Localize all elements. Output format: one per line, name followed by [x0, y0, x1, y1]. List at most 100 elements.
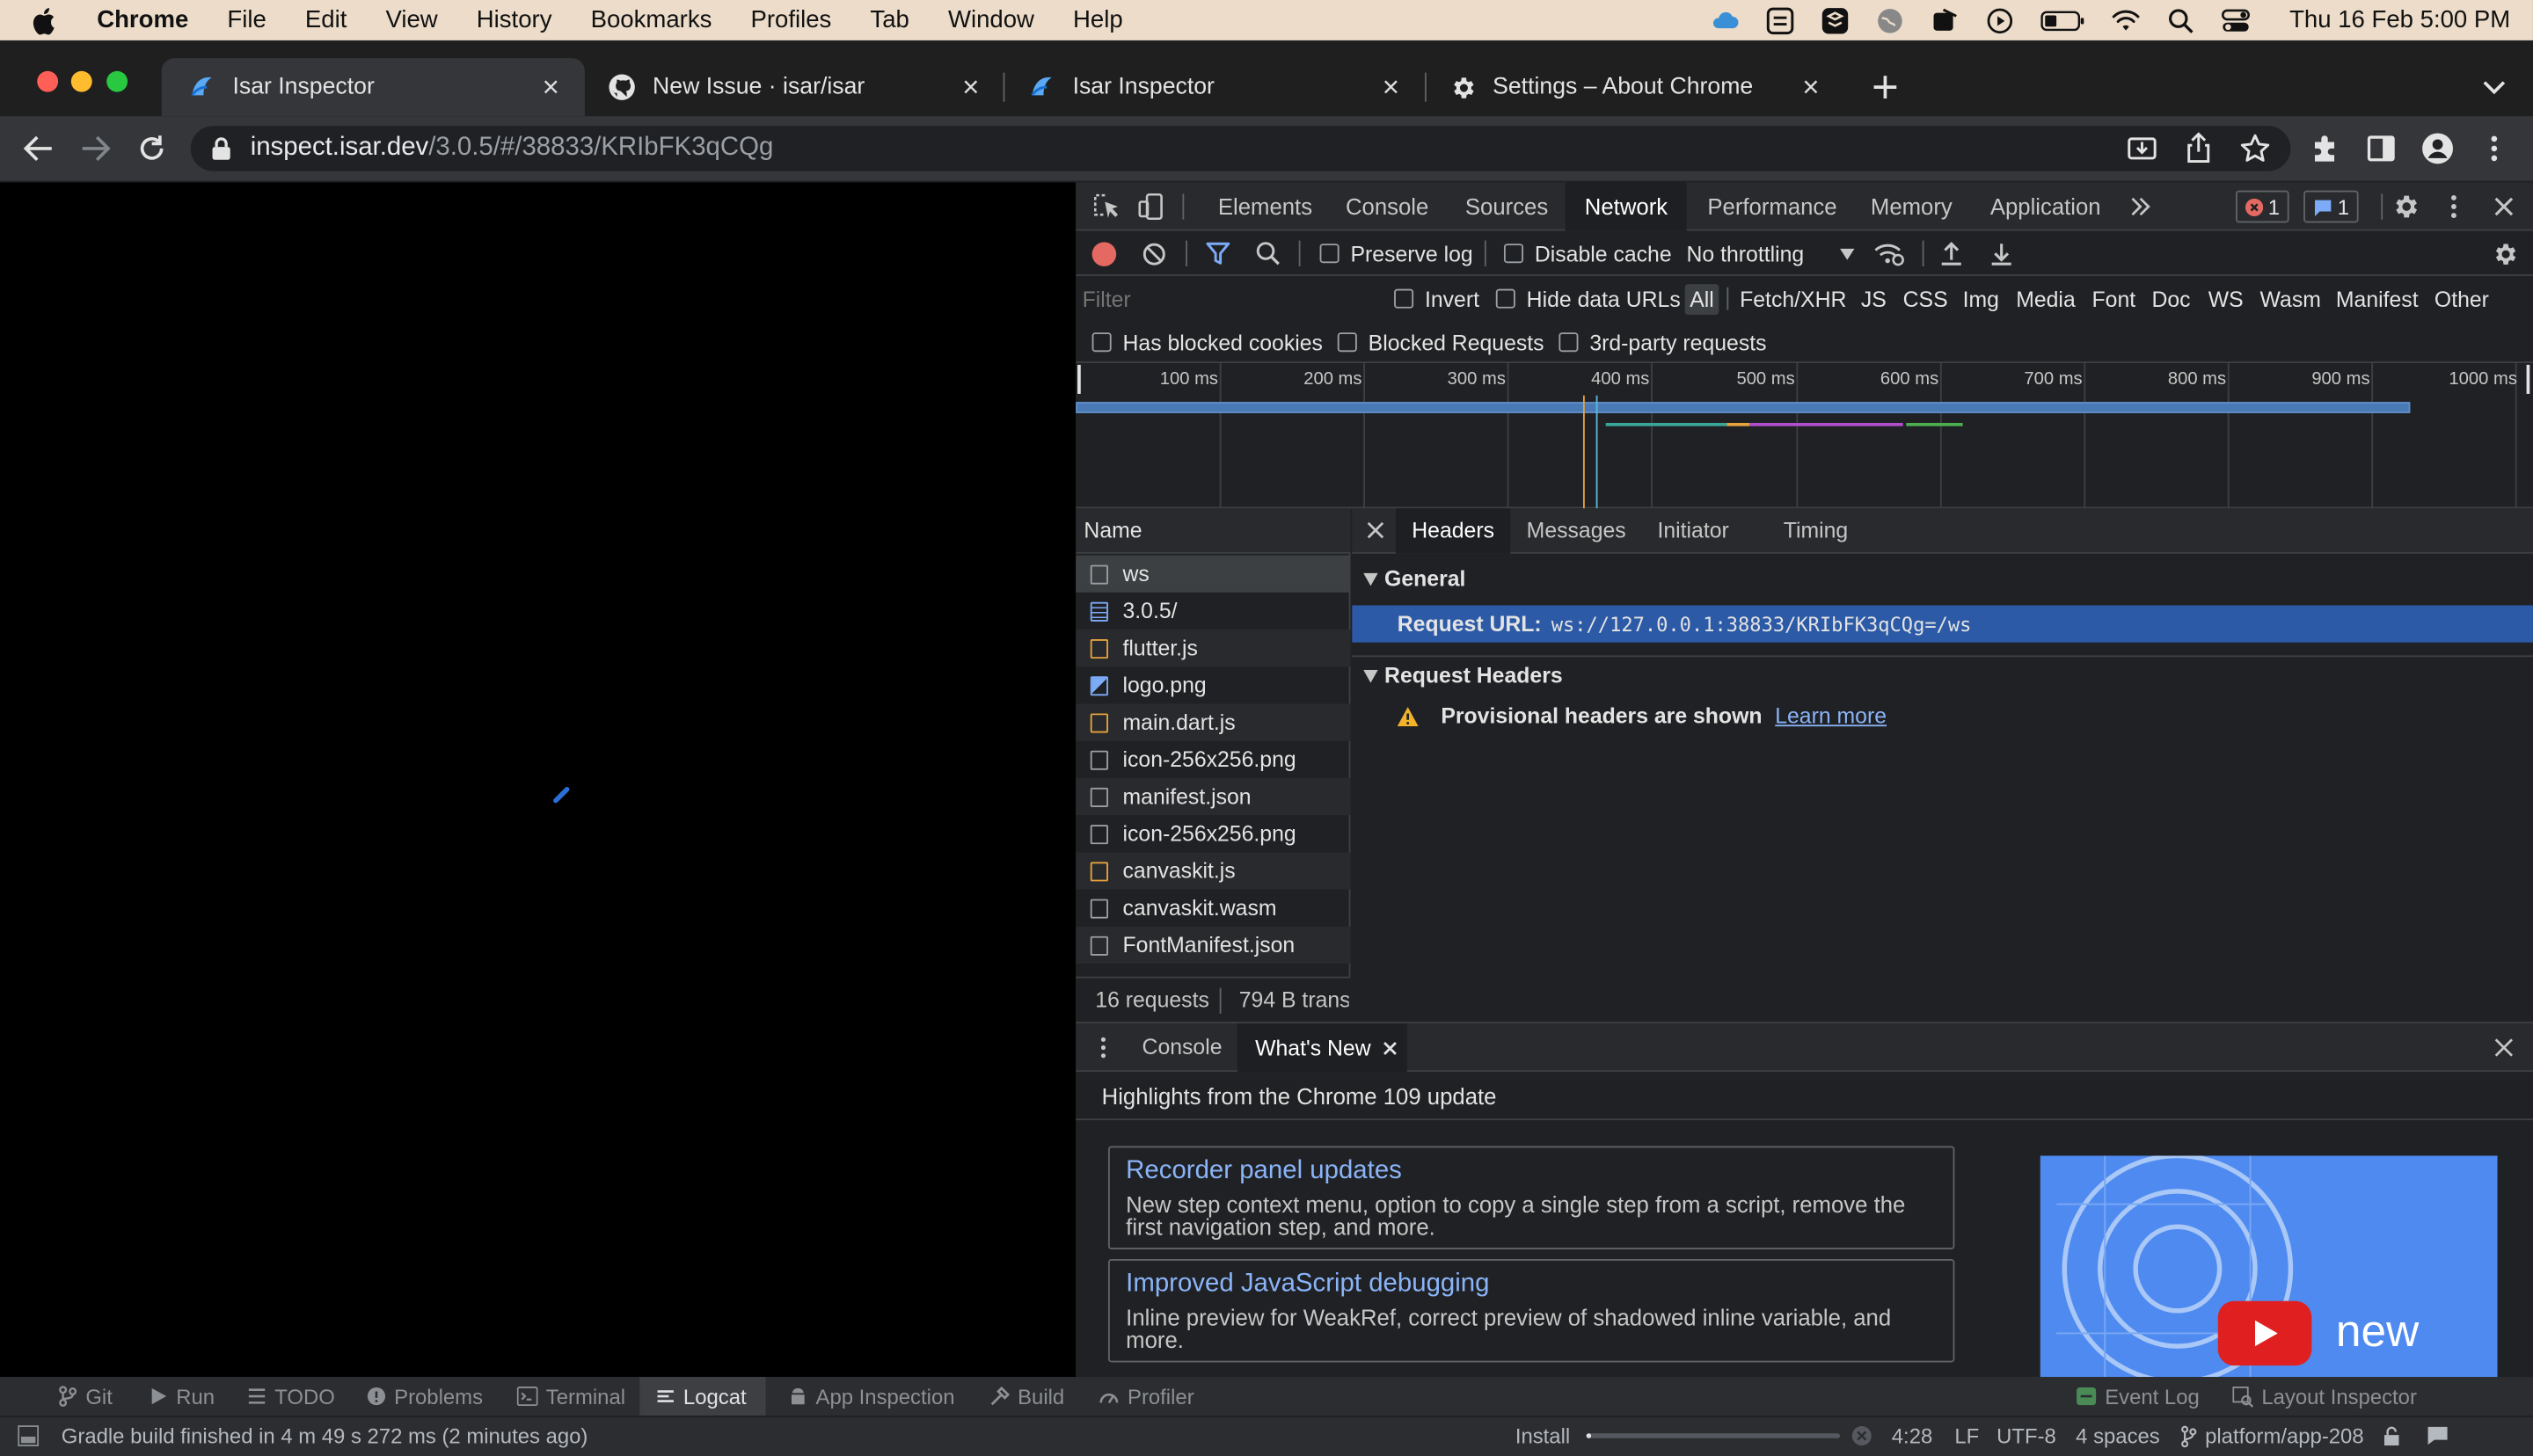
detail-tab-initiator[interactable]: Initiator	[1657, 508, 1728, 553]
request-row-ws[interactable]: ws	[1076, 555, 1351, 593]
type-css-button[interactable]: CSS	[1903, 284, 1948, 315]
invert-checkbox[interactable]: Invert	[1394, 276, 1479, 321]
tab-performance[interactable]: Performance	[1707, 182, 1836, 230]
tab-isar-inspector-active[interactable]: Isar Inspector ×	[161, 58, 585, 117]
checkbox-box[interactable]	[1495, 288, 1515, 309]
type-other-button[interactable]: Other	[2434, 284, 2489, 315]
control-center-icon[interactable]	[2222, 5, 2251, 34]
line-ending[interactable]: LF	[1954, 1423, 1979, 1448]
type-ws-button[interactable]: WS	[2208, 284, 2244, 315]
type-fetch-xhr-button[interactable]: Fetch/XHR	[1740, 284, 1846, 315]
cursor-position[interactable]: 4:28	[1892, 1423, 1932, 1448]
share-icon[interactable]	[2184, 132, 2213, 165]
learn-more-link[interactable]: Learn more	[1775, 703, 1887, 728]
devtools-settings-gear-icon[interactable]	[2391, 192, 2420, 221]
third-party-requests-checkbox[interactable]: 3rd-party requests	[1558, 321, 1767, 363]
window-manager-icon[interactable]	[1766, 5, 1795, 34]
menu-app-name[interactable]: Chrome	[97, 6, 188, 33]
tool-app-inspection[interactable]: App Inspection	[788, 1377, 955, 1416]
checkbox-box[interactable]	[1319, 244, 1339, 264]
menu-edit[interactable]: Edit	[305, 6, 347, 33]
tool-logcat[interactable]: Logcat	[639, 1377, 766, 1416]
cancel-install-icon[interactable]	[1851, 1425, 1872, 1446]
drawer-close-icon[interactable]	[2494, 1037, 2514, 1057]
reload-icon[interactable]	[135, 133, 168, 165]
type-js-button[interactable]: JS	[1861, 284, 1887, 315]
request-row-main-dart-js[interactable]: main.dart.js	[1076, 703, 1351, 741]
timeline-selection-left-handle[interactable]	[1077, 364, 1081, 394]
request-row-icon-png[interactable]: icon-256x256.png	[1076, 741, 1350, 778]
has-blocked-cookies-checkbox[interactable]: Has blocked cookies	[1091, 321, 1323, 363]
indent-setting[interactable]: 4 spaces	[2076, 1423, 2160, 1448]
drawer-tab-console[interactable]: Console	[1142, 1023, 1223, 1072]
type-img-button[interactable]: Img	[1963, 284, 1999, 315]
menu-help[interactable]: Help	[1073, 6, 1123, 33]
cloud-sync-icon[interactable]	[1712, 5, 1741, 34]
clear-block-icon[interactable]	[1142, 242, 1167, 266]
chrome-menu-kebab-icon[interactable]	[2485, 133, 2504, 165]
inspect-element-icon[interactable]	[1092, 192, 1121, 221]
name-column-header[interactable]: Name	[1076, 508, 1351, 554]
status-toggle-panel-icon[interactable]	[18, 1425, 40, 1446]
devtools-menu-kebab-icon[interactable]	[2446, 192, 2462, 221]
preserve-log-checkbox[interactable]: Preserve log	[1319, 231, 1473, 276]
spotlight-search-icon[interactable]	[2166, 5, 2195, 34]
drawer-tab-whats-new[interactable]: What's New	[1237, 1023, 1407, 1073]
status-message[interactable]: Gradle build finished in 4 m 49 s 272 ms…	[62, 1423, 588, 1448]
network-settings-gear-icon[interactable]	[2491, 241, 2518, 268]
type-media-button[interactable]: Media	[2016, 284, 2076, 315]
window-minimize-button[interactable]	[70, 70, 92, 92]
bezel-icon[interactable]	[1931, 5, 1960, 34]
network-conditions-wifi-icon[interactable]	[1872, 241, 1905, 266]
checkbox-box[interactable]	[1394, 288, 1414, 309]
type-doc-button[interactable]: Doc	[2151, 284, 2190, 315]
extensions-puzzle-icon[interactable]	[2310, 133, 2342, 165]
tool-problems[interactable]: Problems	[367, 1377, 483, 1416]
request-row-manifest-json[interactable]: manifest.json	[1076, 777, 1351, 816]
detail-tab-headers[interactable]: Headers	[1395, 508, 1511, 554]
tab-elements[interactable]: Elements	[1218, 182, 1312, 230]
export-har-download-icon[interactable]	[1990, 241, 2013, 266]
tab-search-chevron-down-icon[interactable]	[2481, 76, 2507, 98]
request-row-icon-png[interactable]: icon-256x256.png	[1076, 815, 1350, 852]
search-icon[interactable]	[1255, 241, 1281, 266]
dropbox-icon[interactable]	[1821, 5, 1850, 34]
hide-data-urls-checkbox[interactable]: Hide data URLs	[1495, 276, 1681, 321]
menubar-clock[interactable]: Thu 16 Feb 5:00 PM	[2289, 6, 2510, 33]
throttling-select[interactable]: No throttling	[1687, 231, 1855, 276]
record-button[interactable]	[1091, 242, 1117, 266]
menu-bookmarks[interactable]: Bookmarks	[591, 6, 712, 33]
tool-event-log[interactable]: Event Log	[2076, 1377, 2200, 1416]
request-row-canvaskit-js[interactable]: canvaskit.js	[1076, 852, 1351, 890]
request-row-fontmanifest-json[interactable]: FontManifest.json	[1076, 926, 1351, 965]
drawer-menu-kebab-icon[interactable]	[1099, 1037, 1108, 1059]
detail-tab-timing[interactable]: Timing	[1784, 508, 1848, 553]
tab-close-icon[interactable]: ×	[1796, 70, 1825, 103]
general-section-toggle[interactable]: General	[1363, 566, 1465, 591]
error-count-badge[interactable]: 1	[2235, 190, 2290, 223]
whats-new-video-thumbnail[interactable]: new	[2040, 1155, 2498, 1379]
tab-close-icon[interactable]: ×	[956, 70, 985, 103]
play-circle-icon[interactable]	[1986, 5, 2015, 34]
blocked-requests-checkbox[interactable]: Blocked Requests	[1337, 321, 1544, 363]
more-tabs-chevron-icon[interactable]	[2129, 195, 2152, 218]
address-url[interactable]: inspect.isar.dev/3.0.5/#/38833/KRIbFK3qC…	[251, 134, 774, 163]
whats-new-card-recorder[interactable]: Recorder panel updates New step context …	[1107, 1146, 1955, 1249]
tab-network[interactable]: Network	[1565, 182, 1688, 231]
menu-window[interactable]: Window	[948, 6, 1034, 33]
tab-console[interactable]: Console	[1346, 182, 1428, 230]
readonly-lock-icon[interactable]	[2381, 1425, 2402, 1446]
tool-terminal[interactable]: Terminal	[516, 1377, 625, 1416]
globe-icon[interactable]	[1876, 5, 1905, 34]
import-har-upload-icon[interactable]	[1940, 241, 1963, 266]
menu-tab[interactable]: Tab	[870, 6, 909, 33]
tool-todo[interactable]: TODO	[247, 1377, 335, 1416]
checkbox-box[interactable]	[1091, 332, 1112, 353]
device-toolbar-icon[interactable]	[1137, 192, 1166, 221]
tab-close-icon[interactable]: ×	[537, 70, 566, 103]
request-row-flutter-js[interactable]: flutter.js	[1076, 630, 1351, 667]
youtube-play-icon[interactable]	[2217, 1300, 2312, 1366]
devtools-close-icon[interactable]	[2493, 195, 2515, 218]
detail-close-icon[interactable]	[1367, 521, 1384, 539]
back-arrow-icon[interactable]	[23, 134, 55, 163]
